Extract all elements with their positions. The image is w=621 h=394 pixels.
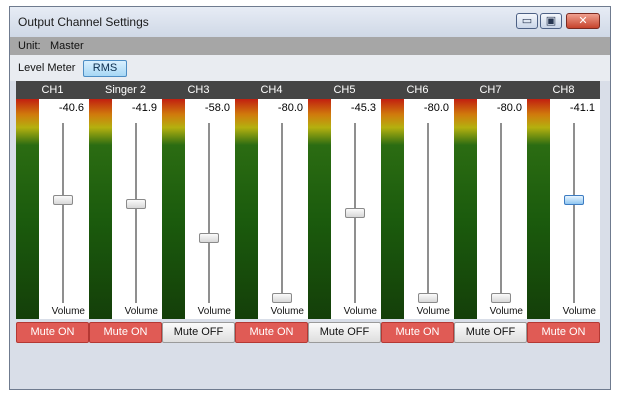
- level-meter: [308, 99, 331, 319]
- fader-track[interactable]: [135, 123, 137, 303]
- level-value: -80.0: [496, 102, 522, 114]
- mute-toggle-button[interactable]: Mute OFF: [308, 322, 381, 343]
- unit-value: Master: [50, 40, 84, 52]
- level-meter-label: Level Meter: [18, 62, 76, 74]
- fader-track[interactable]: [573, 123, 575, 303]
- channel-strip: CH5 -45.3 Volume Mute OFF: [308, 81, 381, 349]
- fader-panel: -58.0 Volume: [185, 99, 235, 319]
- fader-track[interactable]: [62, 123, 64, 303]
- channel-strip: CH4 -80.0 Volume Mute ON: [235, 81, 308, 349]
- level-meter: [235, 99, 258, 319]
- volume-fader-thumb[interactable]: [272, 293, 292, 303]
- level-meter: [16, 99, 39, 319]
- level-value: -80.0: [277, 102, 303, 114]
- close-button[interactable]: ✕: [566, 13, 600, 29]
- fader-track[interactable]: [427, 123, 429, 303]
- title-bar[interactable]: Output Channel Settings ▭ ▣ ✕: [10, 7, 610, 37]
- level-meter: [89, 99, 112, 319]
- channel-name: Singer 2: [89, 81, 162, 99]
- volume-label: Volume: [197, 306, 231, 317]
- volume-label: Volume: [489, 306, 523, 317]
- level-value: -41.1: [569, 102, 595, 114]
- mute-toggle-button[interactable]: Mute OFF: [454, 322, 527, 343]
- fader-panel: -41.9 Volume: [112, 99, 162, 319]
- volume-fader-thumb[interactable]: [53, 195, 73, 205]
- level-value: -41.9: [131, 102, 157, 114]
- unit-bar: Unit: Master: [10, 37, 610, 55]
- channel-name: CH5: [308, 81, 381, 99]
- volume-label: Volume: [562, 306, 596, 317]
- mute-toggle-button[interactable]: Mute ON: [89, 322, 162, 343]
- mute-toggle-button[interactable]: Mute ON: [235, 322, 308, 343]
- channel-strip: CH8 -41.1 Volume Mute ON: [527, 81, 600, 349]
- rms-mode-button[interactable]: RMS: [83, 60, 127, 77]
- fader-track[interactable]: [281, 123, 283, 303]
- channel-strip: CH1 -40.6 Volume Mute ON: [16, 81, 89, 349]
- fader-panel: -45.3 Volume: [331, 99, 381, 319]
- channel-strip: CH3 -58.0 Volume Mute OFF: [162, 81, 235, 349]
- level-meter: [162, 99, 185, 319]
- fader-panel: -80.0 Volume: [258, 99, 308, 319]
- channel-name: CH1: [16, 81, 89, 99]
- level-value: -45.3: [350, 102, 376, 114]
- level-meter: [454, 99, 477, 319]
- level-meter: [381, 99, 404, 319]
- fader-panel: -41.1 Volume: [550, 99, 600, 319]
- unit-label: Unit:: [18, 40, 41, 52]
- fader-track[interactable]: [208, 123, 210, 303]
- fader-panel: -40.6 Volume: [39, 99, 89, 319]
- mute-toggle-button[interactable]: Mute ON: [527, 322, 600, 343]
- volume-label: Volume: [124, 306, 158, 317]
- mute-toggle-button[interactable]: Mute OFF: [162, 322, 235, 343]
- toolbar: Level Meter RMS: [10, 55, 610, 81]
- channel-strip: Singer 2 -41.9 Volume Mute ON: [89, 81, 162, 349]
- volume-fader-thumb[interactable]: [345, 208, 365, 218]
- window-title: Output Channel Settings: [18, 15, 149, 29]
- volume-label: Volume: [416, 306, 450, 317]
- volume-fader-thumb[interactable]: [491, 293, 511, 303]
- mute-toggle-button[interactable]: Mute ON: [381, 322, 454, 343]
- volume-label: Volume: [51, 306, 85, 317]
- maximize-button[interactable]: ▣: [540, 13, 562, 29]
- volume-label: Volume: [343, 306, 377, 317]
- level-value: -40.6: [58, 102, 84, 114]
- channel-name: CH4: [235, 81, 308, 99]
- minimize-button[interactable]: ▭: [516, 13, 538, 29]
- volume-fader-thumb[interactable]: [126, 199, 146, 209]
- channel-name: CH3: [162, 81, 235, 99]
- channel-name: CH7: [454, 81, 527, 99]
- channel-name: CH6: [381, 81, 454, 99]
- volume-label: Volume: [270, 306, 304, 317]
- mute-toggle-button[interactable]: Mute ON: [16, 322, 89, 343]
- volume-fader-thumb[interactable]: [564, 195, 584, 205]
- channel-name: CH8: [527, 81, 600, 99]
- output-channel-settings-window: Output Channel Settings ▭ ▣ ✕ Unit: Mast…: [9, 6, 611, 390]
- channel-strip: CH6 -80.0 Volume Mute ON: [381, 81, 454, 349]
- fader-track[interactable]: [500, 123, 502, 303]
- level-value: -58.0: [204, 102, 230, 114]
- level-meter: [527, 99, 550, 319]
- channel-strip: CH7 -80.0 Volume Mute OFF: [454, 81, 527, 349]
- fader-panel: -80.0 Volume: [477, 99, 527, 319]
- channel-strips: CH1 -40.6 Volume Mute ON Singer 2 -41.9 Volume…: [16, 81, 602, 349]
- volume-fader-thumb[interactable]: [418, 293, 438, 303]
- volume-fader-thumb[interactable]: [199, 233, 219, 243]
- level-value: -80.0: [423, 102, 449, 114]
- fader-panel: -80.0 Volume: [404, 99, 454, 319]
